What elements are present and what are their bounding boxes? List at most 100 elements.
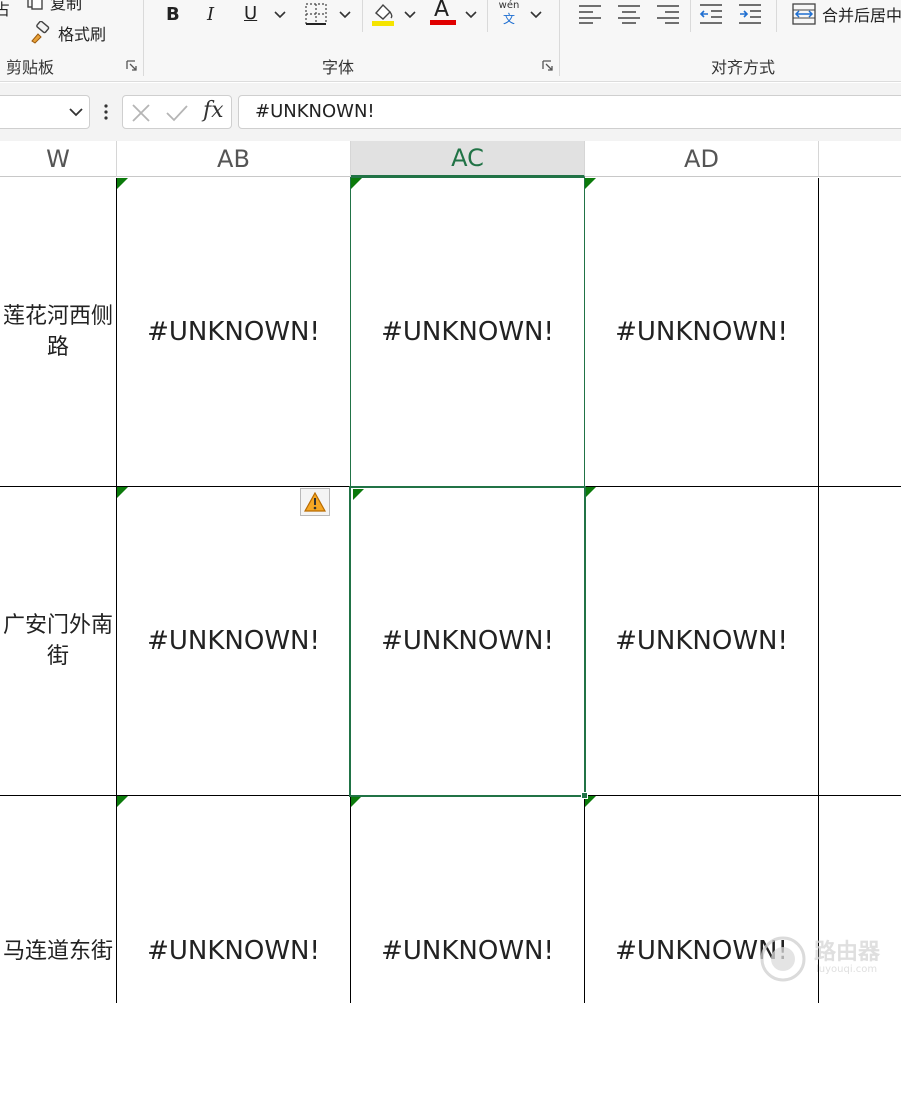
enter-check-icon[interactable] bbox=[165, 103, 189, 123]
decrease-indent-icon[interactable] bbox=[699, 3, 723, 25]
alignment-group-label: 对齐方式 bbox=[711, 58, 776, 77]
table-cell[interactable]: 马连道东街 bbox=[0, 796, 116, 1106]
name-box-chevron-down-icon[interactable] bbox=[69, 107, 83, 117]
column-header-ad[interactable]: AD bbox=[585, 141, 819, 177]
grid-line bbox=[350, 178, 351, 1003]
phonetic-guide-button[interactable]: wén 文 bbox=[496, 0, 522, 28]
insert-function-icon[interactable]: fx bbox=[203, 98, 224, 123]
table-cell[interactable]: #UNKNOWN! bbox=[585, 178, 818, 486]
cell-text: #UNKNOWN! bbox=[147, 936, 320, 966]
format-painter-button[interactable]: 格式刷 bbox=[28, 20, 106, 46]
format-painter-label: 格式刷 bbox=[58, 25, 107, 44]
phonetic-dropdown-chevron-icon[interactable] bbox=[530, 10, 542, 20]
align-center-icon[interactable] bbox=[617, 4, 641, 24]
formula-bar: fx #UNKNOWN! bbox=[0, 83, 901, 141]
font-color-swatch bbox=[430, 20, 456, 25]
error-indicator-icon bbox=[117, 796, 128, 807]
underline-button[interactable]: U bbox=[244, 3, 257, 24]
format-painter-icon bbox=[31, 21, 50, 44]
column-header-ab[interactable]: AB bbox=[117, 141, 351, 177]
table-cell[interactable]: #UNKNOWN! bbox=[585, 487, 818, 795]
table-cell[interactable]: #UNKNOWN! bbox=[351, 487, 584, 795]
error-indicator-icon bbox=[585, 487, 596, 498]
italic-button[interactable]: I bbox=[207, 4, 214, 25]
borders-dropdown-chevron-icon[interactable] bbox=[339, 10, 351, 20]
grid-line bbox=[584, 178, 585, 1003]
font-divider bbox=[487, 0, 488, 32]
watermark-title: 路由器 bbox=[814, 940, 881, 965]
cancel-icon[interactable] bbox=[131, 103, 151, 123]
name-box[interactable] bbox=[0, 95, 90, 129]
table-cell[interactable]: #UNKNOWN! bbox=[117, 178, 350, 486]
table-cell[interactable] bbox=[820, 487, 901, 795]
merge-center-label: 合并后居中 bbox=[822, 6, 901, 25]
table-cell[interactable]: #UNKNOWN! bbox=[117, 487, 350, 795]
merge-center-icon bbox=[792, 3, 816, 25]
grid-line bbox=[818, 178, 819, 1003]
copy-button[interactable]: 复制 bbox=[26, 0, 83, 13]
error-warning-button[interactable] bbox=[300, 488, 330, 516]
cell-text: #UNKNOWN! bbox=[147, 317, 320, 347]
font-color-button[interactable]: A bbox=[430, 0, 456, 26]
fill-color-icon[interactable] bbox=[370, 0, 396, 28]
ribbon: 占 复制 格式刷 剪贴板 B I U A wén 文 字体 合并后居中 对齐方式 bbox=[0, 0, 901, 82]
increase-indent-icon[interactable] bbox=[738, 3, 762, 25]
error-indicator-icon bbox=[585, 178, 596, 189]
watermark-url: luyouqi.com bbox=[816, 964, 878, 975]
underline-dropdown-chevron-icon[interactable] bbox=[274, 10, 286, 20]
phonetic-top: wén bbox=[498, 0, 520, 11]
fill-handle[interactable] bbox=[581, 792, 588, 799]
copy-icon bbox=[27, 0, 43, 10]
bold-button[interactable]: B bbox=[166, 4, 180, 25]
cell-text: #UNKNOWN! bbox=[381, 626, 554, 656]
fill-color-dropdown-chevron-icon[interactable] bbox=[404, 10, 416, 20]
table-cell[interactable] bbox=[820, 178, 901, 486]
group-divider bbox=[559, 0, 560, 76]
table-cell[interactable]: #UNKNOWN! bbox=[117, 796, 350, 1106]
error-indicator-icon bbox=[117, 178, 128, 189]
cell-text: #UNKNOWN! bbox=[381, 317, 554, 347]
cell-text: 马连道东街 bbox=[2, 938, 113, 964]
watermark: 路由器 luyouqi.com bbox=[760, 930, 900, 990]
cell-text: #UNKNOWN! bbox=[147, 626, 320, 656]
table-cell[interactable]: 广安门外南街 bbox=[0, 487, 116, 795]
table-cell[interactable]: #UNKNOWN! bbox=[351, 796, 584, 1106]
error-indicator-icon bbox=[351, 796, 362, 807]
error-indicator-icon bbox=[117, 487, 128, 498]
grid-line bbox=[116, 178, 117, 1003]
cell-text: 广安门外南街 bbox=[2, 613, 113, 669]
column-header-w[interactable]: W bbox=[0, 141, 117, 177]
cell-text: #UNKNOWN! bbox=[381, 936, 554, 966]
borders-icon[interactable] bbox=[305, 3, 327, 25]
grid-line bbox=[0, 486, 901, 487]
cell-text: 莲花河西侧路 bbox=[2, 304, 113, 360]
font-color-letter: A bbox=[434, 0, 450, 22]
align-right-icon[interactable] bbox=[656, 4, 680, 24]
column-header-next[interactable] bbox=[819, 141, 901, 177]
clipboard-group-label: 剪贴板 bbox=[6, 58, 55, 77]
cell-text: #UNKNOWN! bbox=[615, 626, 788, 656]
group-divider bbox=[143, 0, 144, 76]
align-divider bbox=[690, 0, 691, 32]
table-cell[interactable]: #UNKNOWN! bbox=[351, 178, 584, 486]
paste-button-label[interactable]: 占 bbox=[0, 0, 10, 20]
more-options-icon[interactable] bbox=[103, 103, 109, 121]
cell-text: #UNKNOWN! bbox=[615, 317, 788, 347]
align-left-icon[interactable] bbox=[578, 4, 602, 24]
warning-icon bbox=[304, 492, 326, 512]
column-header-ac[interactable]: AC bbox=[351, 141, 585, 177]
watermark-logo-icon bbox=[760, 936, 806, 982]
font-color-dropdown-chevron-icon[interactable] bbox=[465, 10, 477, 20]
table-cell[interactable]: 莲花河西侧路 bbox=[0, 178, 116, 486]
font-divider bbox=[362, 0, 363, 32]
formula-buttons: fx bbox=[122, 95, 232, 129]
formula-input[interactable]: #UNKNOWN! bbox=[238, 95, 901, 129]
phonetic-bottom: 文 bbox=[502, 12, 515, 26]
copy-label: 复制 bbox=[50, 0, 83, 13]
grid-line bbox=[0, 795, 901, 796]
merge-center-button[interactable]: 合并后居中 bbox=[792, 0, 901, 28]
font-dialog-launcher-icon[interactable] bbox=[542, 60, 554, 72]
error-indicator-icon bbox=[351, 178, 362, 189]
font-group-label: 字体 bbox=[322, 58, 355, 77]
clipboard-dialog-launcher-icon[interactable] bbox=[126, 60, 138, 72]
